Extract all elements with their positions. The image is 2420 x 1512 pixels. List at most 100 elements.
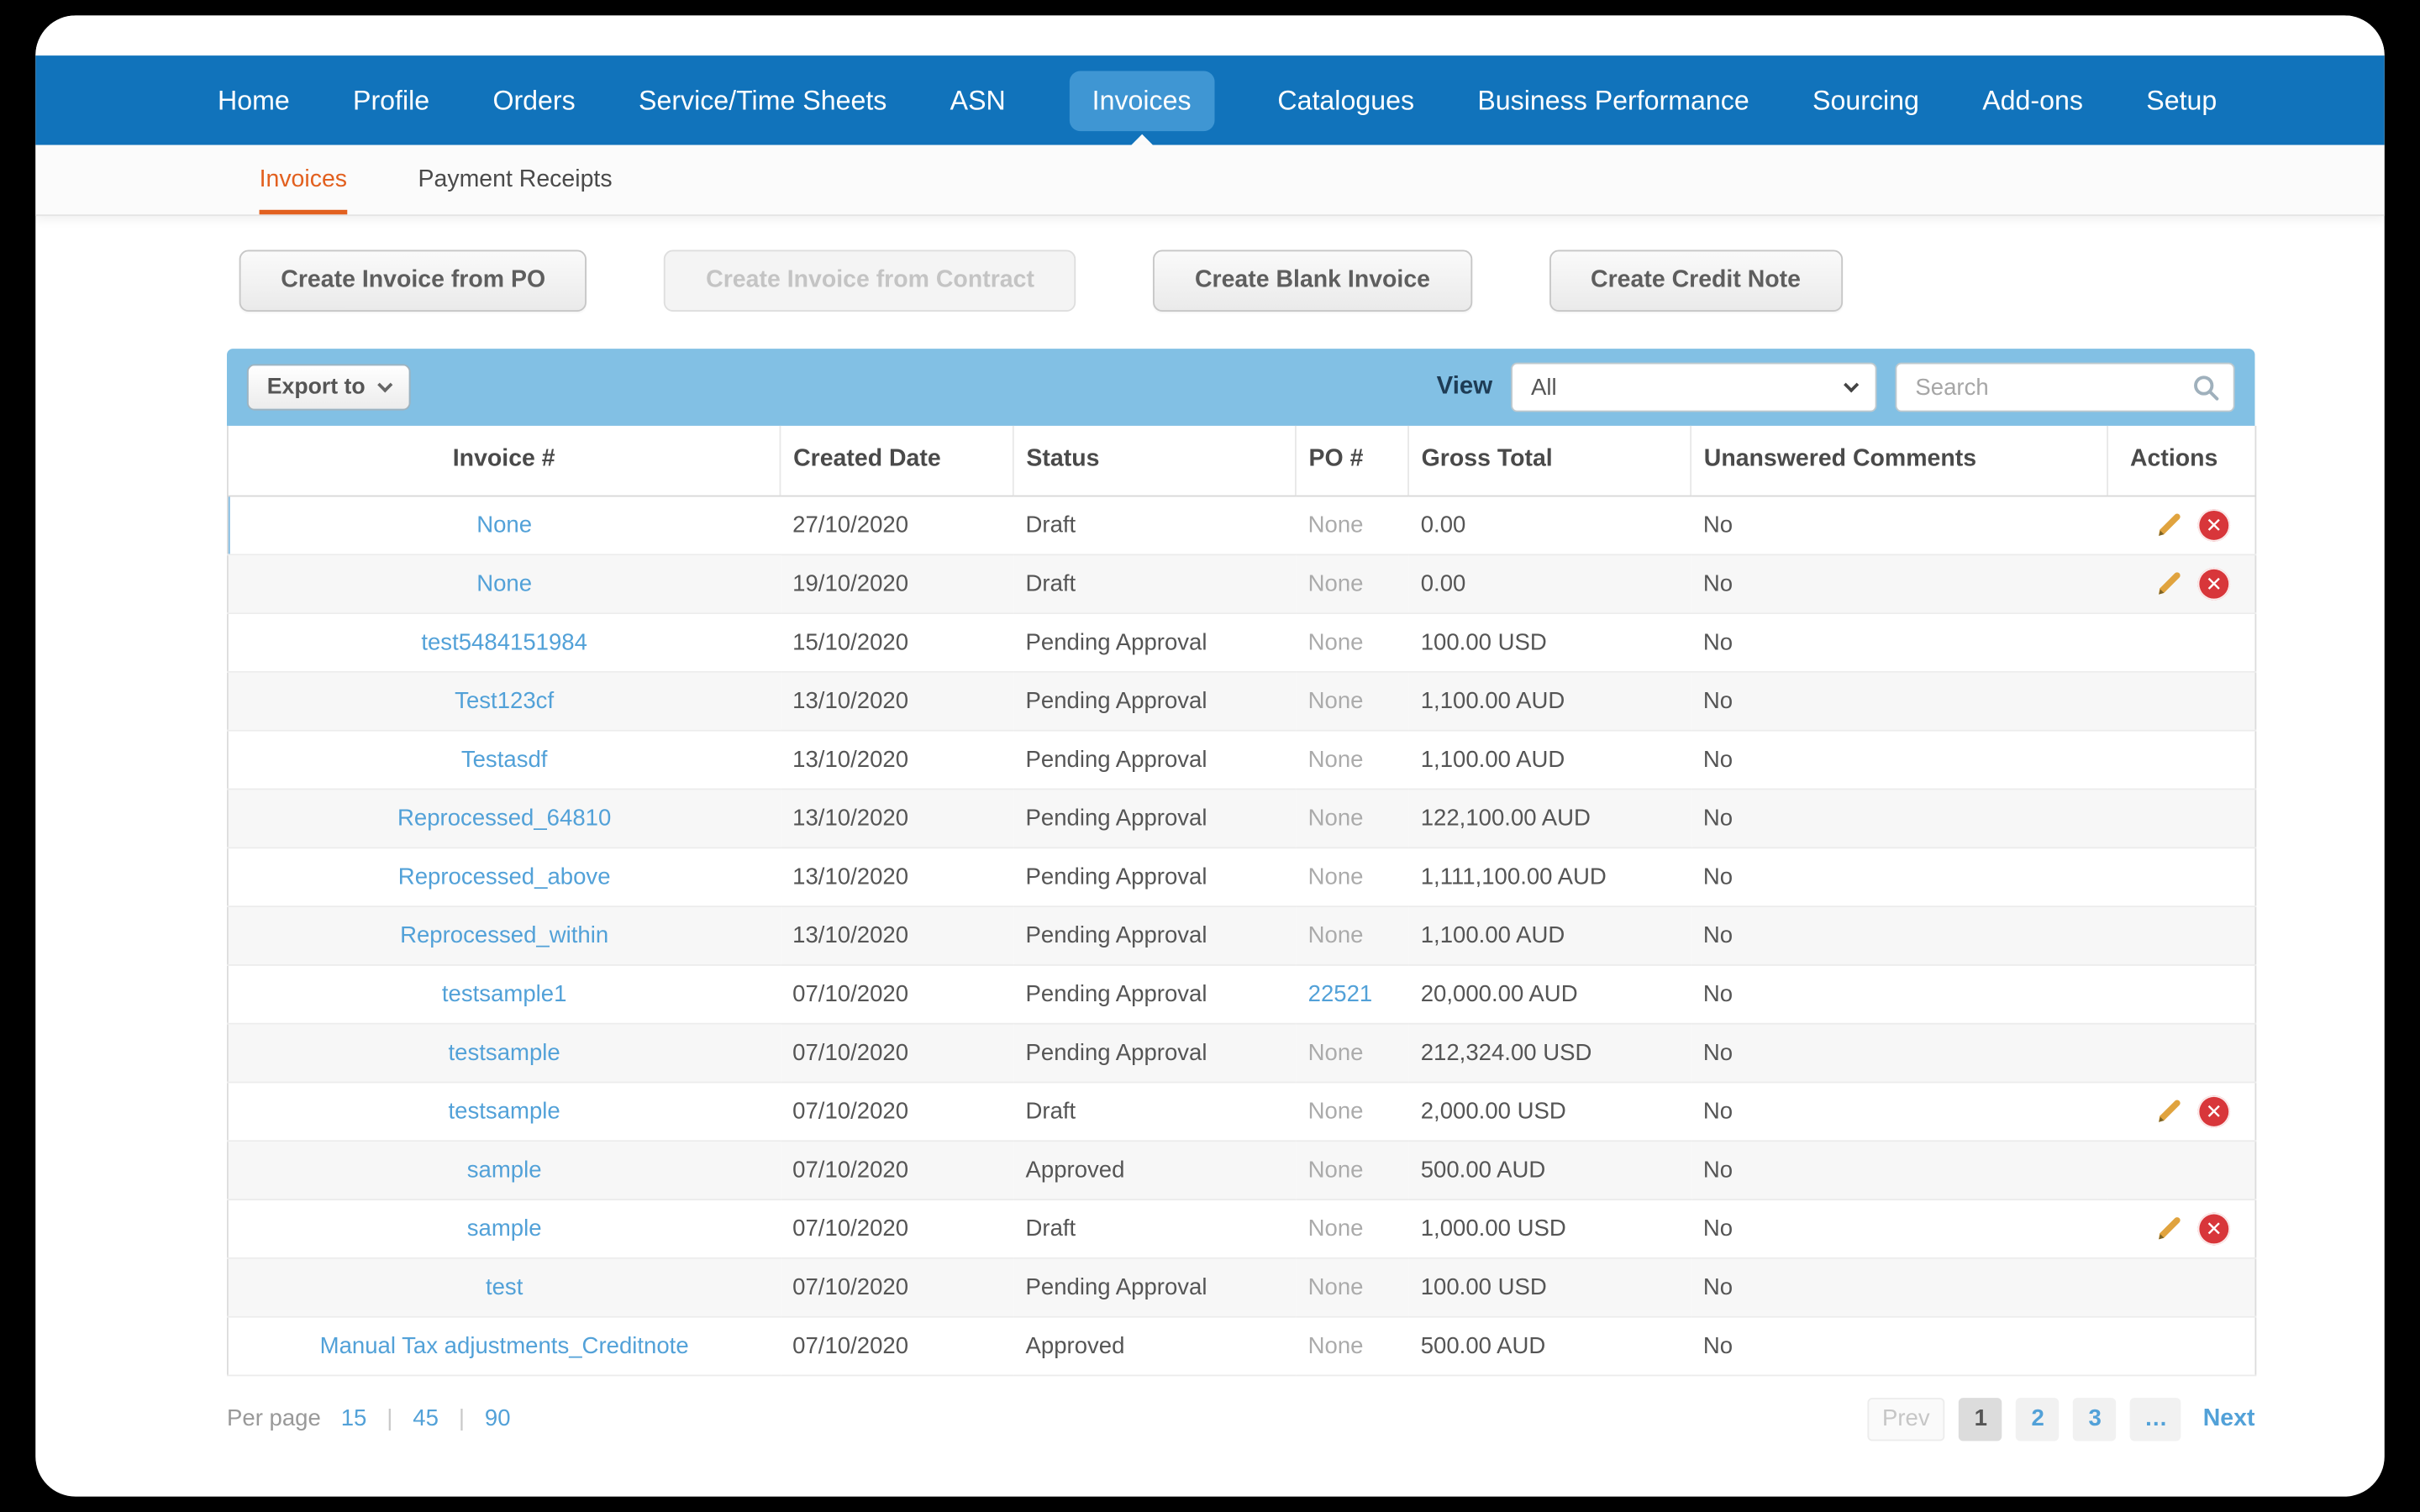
invoice-number-link[interactable]: testsample1	[442, 980, 567, 1006]
gross-total-cell: 212,324.00 USD	[1408, 1022, 1691, 1083]
search-input[interactable]	[1897, 364, 2233, 411]
nav-item-add-ons[interactable]: Add-ons	[1982, 84, 2083, 117]
invoice-number-link[interactable]: None	[476, 570, 532, 596]
delete-invoice-icon[interactable]: ✕	[2197, 567, 2231, 600]
per-page-option-15[interactable]: 15	[341, 1405, 367, 1431]
invoice-number-link[interactable]: Reprocessed_above	[398, 864, 611, 890]
invoice-number-link[interactable]: test	[486, 1273, 523, 1299]
table-row: sample 07/10/2020 Approved None 500.00 AUD No	[227, 1140, 2256, 1200]
edit-invoice-pencil-icon[interactable]	[2154, 1096, 2184, 1126]
po-number-cell: None	[1295, 1081, 1409, 1142]
page-3-button[interactable]: 3	[2073, 1397, 2117, 1441]
delete-invoice-icon[interactable]: ✕	[2197, 1095, 2231, 1127]
nav-item-catalogues[interactable]: Catalogues	[1277, 84, 1414, 117]
po-number-cell: None	[1295, 612, 1409, 672]
main-content: Create Invoice from PO Create Invoice fr…	[35, 249, 2385, 1441]
actions-cell	[2107, 1140, 2256, 1200]
page-1-button[interactable]: 1	[1959, 1397, 2002, 1441]
invoice-number-link[interactable]: testsample	[449, 1039, 560, 1065]
gross-total-cell: 100.00 USD	[1408, 612, 1691, 672]
created-date-cell: 13/10/2020	[780, 729, 1013, 790]
invoice-number-link[interactable]: testsample	[449, 1098, 560, 1124]
app-window: Home Profile Orders Service/Time Sheets …	[35, 15, 2385, 1497]
unanswered-comments-cell: No	[1691, 1081, 2108, 1142]
page-ellipsis-button[interactable]: …	[2130, 1397, 2182, 1441]
per-page-selector: Per page 15 | 45 | 90	[227, 1405, 511, 1431]
invoice-number-link[interactable]: Testasdf	[461, 746, 548, 772]
table-row: test5484151984 15/10/2020 Pending Approval…	[227, 612, 2256, 672]
unanswered-comments-cell: No	[1691, 963, 2108, 1024]
invoices-table: Invoice # Created Date Status PO # Gross…	[227, 425, 2257, 1376]
invoice-number-link[interactable]: Manual Tax adjustments_Creditnote	[320, 1332, 689, 1358]
toolbar-right-group: View All	[1437, 362, 2235, 412]
nav-item-orders[interactable]: Orders	[492, 84, 575, 117]
prev-page-button[interactable]: Prev	[1866, 1397, 1946, 1441]
created-date-cell: 13/10/2020	[780, 788, 1013, 848]
nav-item-service-time-sheets[interactable]: Service/Time Sheets	[639, 84, 886, 117]
page-2-button[interactable]: 2	[2016, 1397, 2060, 1441]
invoice-number-link[interactable]: test5484151984	[421, 628, 587, 654]
po-number-text: None	[1307, 804, 1364, 832]
invoice-number-link[interactable]: None	[476, 512, 532, 538]
unanswered-comments-cell: No	[1691, 788, 2108, 848]
po-number-text: None	[1307, 628, 1364, 655]
table-row: sample 07/10/2020 Draft None 1,000.00 USD No ✕	[227, 1199, 2256, 1258]
po-number-cell: None	[1295, 1315, 1409, 1376]
top-navigation: Home Profile Orders Service/Time Sheets …	[35, 55, 2385, 148]
created-date-cell: 07/10/2020	[780, 1257, 1013, 1317]
invoice-action-buttons: Create Invoice from PO Create Invoice fr…	[239, 249, 2385, 312]
gross-total-cell: 100.00 USD	[1408, 1257, 1691, 1317]
actions-cell: ✕	[2107, 1199, 2256, 1258]
per-page-option-90[interactable]: 90	[485, 1405, 511, 1431]
edit-invoice-pencil-icon[interactable]	[2154, 569, 2184, 598]
create-invoice-from-po-button[interactable]: Create Invoice from PO	[239, 249, 587, 312]
column-header-gross-total: Gross Total	[1407, 425, 1691, 496]
invoice-number-link[interactable]: sample	[467, 1157, 542, 1183]
po-number-link[interactable]: 22521	[1308, 980, 1373, 1006]
delete-invoice-icon[interactable]: ✕	[2197, 508, 2231, 541]
create-blank-invoice-button[interactable]: Create Blank Invoice	[1153, 249, 1472, 312]
table-row: Manual Tax adjustments_Creditnote 07/10/2…	[227, 1315, 2256, 1376]
nav-item-business-performance[interactable]: Business Performance	[1477, 84, 1749, 117]
status-cell: Draft	[1013, 554, 1296, 614]
nav-item-setup[interactable]: Setup	[2146, 84, 2217, 117]
nav-item-profile[interactable]: Profile	[353, 84, 429, 117]
unanswered-comments-cell: No	[1691, 495, 2108, 555]
invoice-number-link[interactable]: Reprocessed_within	[400, 921, 608, 948]
nav-item-home[interactable]: Home	[218, 84, 290, 117]
subnav-item-payment-receipts[interactable]: Payment Receipts	[418, 145, 613, 215]
po-number-cell: None	[1295, 1022, 1409, 1083]
separator: |	[458, 1405, 466, 1432]
per-page-label: Per page	[227, 1405, 321, 1432]
invoice-number-link[interactable]: Test123cf	[455, 687, 554, 713]
table-row: None 27/10/2020 Draft None 0.00 No ✕	[227, 495, 2256, 555]
actions-cell	[2107, 729, 2256, 790]
edit-invoice-pencil-icon[interactable]	[2154, 510, 2184, 539]
edit-invoice-pencil-icon[interactable]	[2154, 1214, 2184, 1243]
invoice-number-link[interactable]: sample	[467, 1215, 542, 1241]
created-date-cell: 19/10/2020	[780, 554, 1013, 614]
unanswered-comments-cell: No	[1691, 906, 2108, 965]
delete-invoice-icon[interactable]: ✕	[2197, 1211, 2231, 1245]
per-page-option-45[interactable]: 45	[413, 1405, 439, 1431]
gross-total-cell: 1,100.00 AUD	[1408, 670, 1691, 731]
invoice-number-link[interactable]: Reprocessed_64810	[397, 805, 611, 831]
view-select[interactable]: All	[1511, 362, 1877, 412]
unanswered-comments-cell: No	[1691, 612, 2108, 672]
search-icon[interactable]	[2191, 373, 2221, 410]
created-date-cell: 07/10/2020	[780, 1140, 1013, 1200]
export-to-button[interactable]: Export to	[246, 364, 410, 411]
invoice-cell: Reprocessed_above	[227, 847, 781, 907]
nav-item-asn[interactable]: ASN	[950, 84, 1006, 117]
next-page-button[interactable]: Next	[2203, 1404, 2255, 1432]
nav-item-sourcing[interactable]: Sourcing	[1812, 84, 1919, 117]
create-credit-note-button[interactable]: Create Credit Note	[1549, 249, 1843, 312]
po-number-cell: None	[1295, 1257, 1409, 1317]
invoice-cell: testsample	[227, 1081, 781, 1142]
po-number-cell: None	[1295, 554, 1409, 614]
nav-item-invoices[interactable]: Invoices	[1069, 70, 1215, 148]
chevron-down-icon	[376, 377, 392, 393]
subnav-item-invoices[interactable]: Invoices	[259, 145, 348, 215]
unanswered-comments-cell: No	[1691, 1199, 2108, 1258]
create-invoice-from-contract-button: Create Invoice from Contract	[664, 249, 1076, 312]
